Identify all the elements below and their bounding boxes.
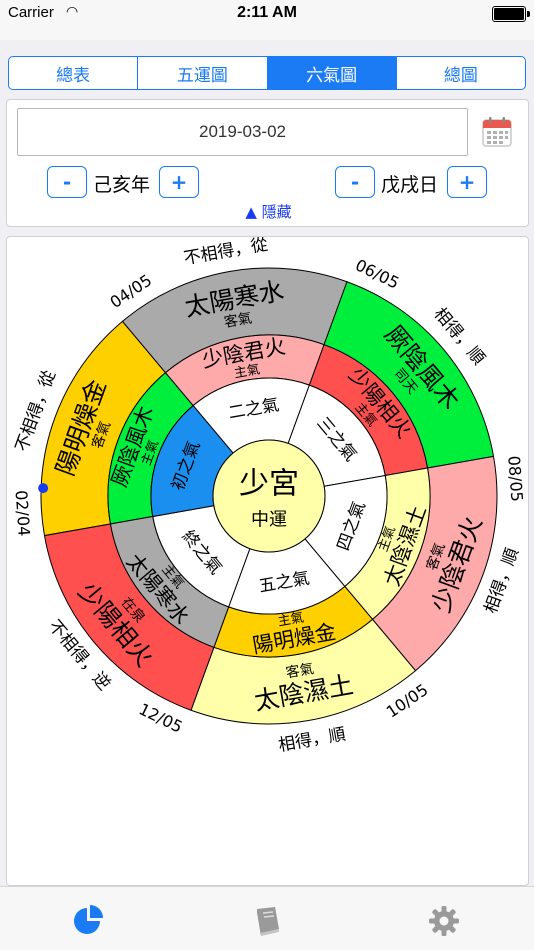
- view-segmented-control: 總表 五運圖 六氣圖 總圖: [8, 56, 526, 90]
- center-main: 少宮: [239, 467, 299, 502]
- day-plus-button[interactable]: +: [447, 166, 487, 198]
- hide-toggle-link[interactable]: ▲ 隱藏: [7, 201, 530, 222]
- current-position-marker: [38, 483, 49, 494]
- gear-icon[interactable]: [426, 903, 462, 939]
- chart-pie-icon[interactable]: [70, 903, 106, 939]
- tab-five-movements[interactable]: 五運圖: [138, 57, 268, 89]
- calendar-icon[interactable]: [481, 116, 513, 148]
- date-panel: 2019-03-02 - 己亥年 + - 戊戌日 + ▲ 隱藏: [6, 99, 529, 227]
- center-sub: 中運: [251, 510, 287, 531]
- book-icon[interactable]: [249, 903, 285, 939]
- relation-label: 不相得，從: [182, 237, 269, 269]
- year-plus-button[interactable]: +: [159, 166, 199, 198]
- six-qi-wheel-panel: 陽明燥金客氣厥陰風木主氣初之氣不相得，從太陽寒水客氣少陰君火主氣二之氣不相得，從…: [6, 236, 529, 886]
- boundary-date: 02/04: [12, 490, 34, 537]
- tab-six-qi[interactable]: 六氣圖: [267, 57, 397, 89]
- date-input[interactable]: 2019-03-02: [17, 108, 468, 156]
- day-minus-button[interactable]: -: [335, 166, 375, 198]
- app-root: Carrier ◠ 2:11 AM 總表 五運圖 六氣圖 總圖 2019-03-…: [0, 0, 534, 950]
- relation-label: 相得，順: [277, 724, 347, 756]
- boundary-date: 08/05: [504, 455, 526, 502]
- day-label: 戊戌日: [381, 174, 439, 196]
- six-qi-wheel: 陽明燥金客氣厥陰風木主氣初之氣不相得，從太陽寒水客氣少陰君火主氣二之氣不相得，從…: [12, 237, 527, 756]
- status-bar: Carrier ◠ 2:11 AM: [0, 0, 534, 40]
- status-time: 2:11 AM: [237, 4, 297, 21]
- tab-summary-table[interactable]: 總表: [9, 57, 139, 89]
- bottom-tab-bar: [0, 886, 534, 950]
- year-label: 己亥年: [93, 174, 151, 196]
- battery-icon: [492, 6, 530, 22]
- year-minus-button[interactable]: -: [47, 166, 87, 198]
- tab-overview[interactable]: 總圖: [397, 57, 525, 89]
